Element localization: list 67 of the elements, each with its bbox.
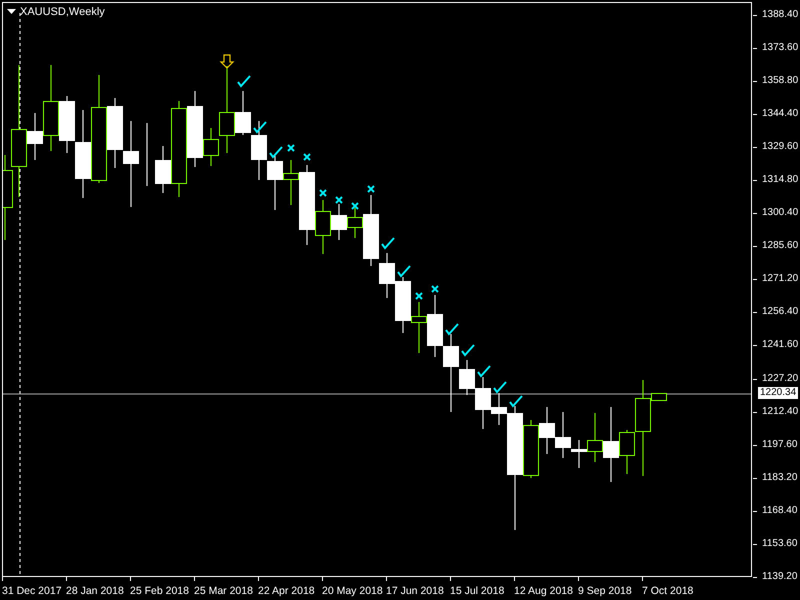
- cross-icon: [367, 185, 375, 193]
- price-axis-label: 1197.60: [753, 438, 800, 451]
- check-icon: [445, 323, 459, 336]
- date-axis-label: 28 Jan 2018: [66, 577, 130, 598]
- price-axis-label: 1314.80: [753, 174, 800, 186]
- check-icon: [381, 237, 395, 250]
- price-axis-label: 1183.20: [753, 472, 800, 484]
- price-axis-label: 1285.60: [753, 240, 800, 252]
- check-icon: [237, 75, 251, 88]
- current-price-label: 1220.34: [758, 387, 798, 399]
- bearish-candle: [395, 276, 411, 334]
- price-axis-label: 1344.40: [753, 108, 800, 120]
- price-axis-label: 1153.60: [753, 538, 800, 550]
- bullish-candle: [283, 160, 299, 206]
- check-icon: [253, 121, 267, 134]
- price-axis-label: 1139.20: [753, 570, 800, 583]
- date-axis-label: 7 Oct 2018: [642, 577, 706, 598]
- price-axis-label: 1358.80: [753, 75, 800, 88]
- check-icon: [509, 395, 523, 408]
- date-axis-label: 20 May 2018: [322, 577, 386, 598]
- price-axis-label: 1271.20: [753, 273, 800, 286]
- bearish-candle: [235, 90, 251, 136]
- cross-icon: [351, 202, 359, 210]
- price-axis-label: 1300.40: [753, 207, 800, 220]
- date-axis-label: 31 Dec 2017: [2, 577, 66, 598]
- check-icon: [461, 344, 475, 357]
- price-axis-label: 1212.40: [753, 406, 800, 418]
- date-axis-label: 15 Jul 2018: [450, 577, 514, 598]
- date-axis-label: 25 Mar 2018: [194, 577, 258, 598]
- cross-icon: [335, 196, 343, 204]
- bullish-candle: [587, 412, 603, 462]
- date-axis-label: 17 Jun 2018: [386, 577, 450, 598]
- down-arrow-icon: [220, 54, 234, 69]
- bullish-candle: [315, 200, 331, 254]
- date-axis-label: 22 Apr 2018: [258, 577, 322, 598]
- bearish-candle: [331, 204, 347, 240]
- check-icon: [477, 365, 491, 378]
- cross-icon: [431, 285, 439, 293]
- bearish-candle: [27, 112, 43, 160]
- price-axis-label: 1329.60: [753, 141, 800, 154]
- price-axis-label: 1373.60: [753, 42, 800, 54]
- check-icon: [397, 265, 411, 278]
- cross-icon: [287, 144, 295, 152]
- bearish-candle: [107, 98, 123, 168]
- date-axis-label: 12 Aug 2018: [514, 577, 578, 598]
- cross-icon: [415, 292, 423, 300]
- price-axis-label: 1168.40: [753, 504, 800, 517]
- bullish-candle: [411, 302, 427, 354]
- bearish-candle: [539, 406, 555, 454]
- bearish-candle: [427, 294, 443, 358]
- cross-icon: [303, 153, 311, 161]
- bullish-candle: [523, 420, 539, 478]
- check-icon: [493, 381, 507, 394]
- bearish-candle: [267, 154, 283, 210]
- chart-symbol-title: XAUUSD,Weekly: [20, 6, 105, 18]
- check-icon: [269, 146, 283, 159]
- price-axis-label: 1227.20: [753, 372, 800, 385]
- bearish-candle: [251, 120, 267, 180]
- dropdown-triangle-icon[interactable]: [7, 9, 16, 15]
- price-axis-label: 1256.40: [753, 306, 800, 318]
- bearish-candle: [155, 146, 171, 194]
- price-axis-label: 1388.40: [753, 9, 800, 21]
- date-axis-label: 9 Sep 2018: [578, 577, 642, 598]
- date-axis-label: 25 Feb 2018: [130, 577, 194, 598]
- cross-icon: [319, 189, 327, 197]
- price-axis-label: 1241.60: [753, 339, 800, 352]
- bullish-candle: [347, 208, 363, 238]
